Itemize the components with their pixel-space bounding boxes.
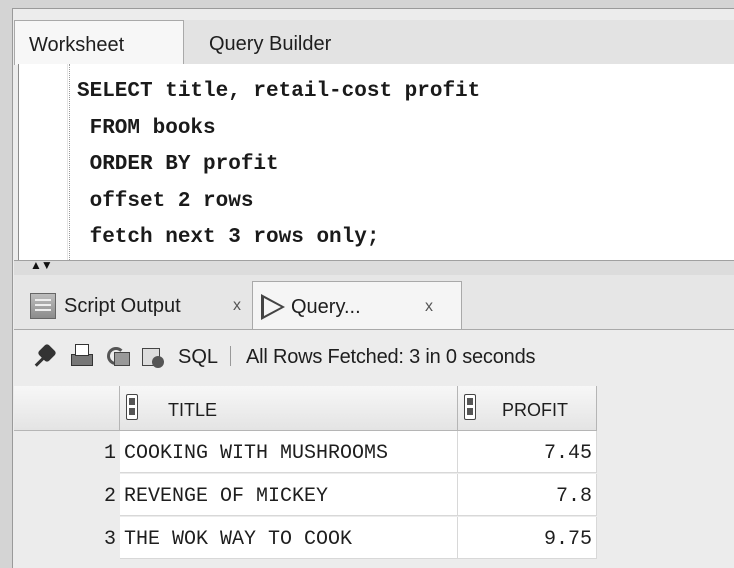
tab-query-result-label: Query... [291, 296, 361, 318]
result-tab-bar: Script Output x Query... x [14, 275, 734, 330]
tab-script-output-label: Script Output [64, 295, 181, 317]
refresh-icon[interactable] [104, 344, 130, 370]
sql-line-4: offset 2 rows [77, 189, 254, 213]
editor-tab-bar: Worksheet Query Builder [14, 20, 734, 65]
sql-text[interactable]: SELECT title, retail-cost profit FROM bo… [77, 74, 480, 257]
sql-editor[interactable]: SELECT title, retail-cost profit FROM bo… [18, 64, 734, 260]
row-number: 1 [14, 431, 120, 473]
sql-line-5: fetch next 3 rows only; [77, 226, 380, 249]
cell-title[interactable]: COOKING WITH MUSHROOMS [120, 431, 458, 473]
sql-line-1: SELECT title, retail-cost profit [77, 80, 481, 103]
sql-line-2: FROM books [77, 116, 216, 140]
table-row[interactable]: 2 REVENGE OF MICKEY 7.8 [14, 474, 597, 516]
close-icon[interactable]: x [233, 287, 241, 325]
tab-worksheet[interactable]: Worksheet [14, 20, 184, 65]
script-output-icon [30, 293, 56, 319]
cell-profit[interactable]: 7.45 [458, 431, 597, 473]
tab-query-result[interactable]: Query... x [252, 281, 462, 329]
tab-query-builder[interactable]: Query Builder [197, 20, 331, 64]
splitter-arrows-icon[interactable]: ▲▼ [30, 258, 53, 272]
column-header-profit[interactable]: PROFIT [458, 386, 597, 430]
cell-title[interactable]: REVENGE OF MICKEY [120, 474, 458, 516]
column-header-label: PROFIT [502, 400, 568, 420]
column-header-label: TITLE [168, 400, 218, 420]
tab-script-output[interactable]: Script Output x [28, 287, 256, 325]
cell-profit[interactable]: 9.75 [458, 517, 597, 559]
row-number-header [14, 386, 120, 430]
pin-icon[interactable] [32, 344, 58, 370]
export-icon[interactable] [140, 344, 166, 370]
close-icon[interactable]: x [425, 282, 433, 332]
row-number: 2 [14, 474, 120, 516]
print-icon[interactable] [68, 344, 94, 370]
sort-icon[interactable] [464, 394, 476, 420]
result-toolbar: SQL All Rows Fetched: 3 in 0 seconds [14, 330, 734, 384]
cell-title[interactable]: THE WOK WAY TO COOK [120, 517, 458, 559]
editor-gutter [19, 64, 68, 260]
sql-button[interactable]: SQL [178, 344, 218, 370]
sort-icon[interactable] [126, 394, 138, 420]
sql-line-3: ORDER BY profit [77, 153, 279, 176]
result-grid: TITLE PROFIT 1 COOKING WITH MUSHROOMS 7.… [14, 384, 734, 567]
fetch-status: All Rows Fetched: 3 in 0 seconds [246, 346, 536, 368]
splitter[interactable]: ▲▼ [14, 258, 734, 276]
column-header-title[interactable]: TITLE [120, 386, 458, 430]
row-number: 3 [14, 517, 120, 559]
play-icon [261, 294, 285, 320]
fold-guide [69, 64, 70, 260]
table-row[interactable]: 1 COOKING WITH MUSHROOMS 7.45 [14, 431, 597, 473]
cell-profit[interactable]: 7.8 [458, 474, 597, 516]
table-row[interactable]: 3 THE WOK WAY TO COOK 9.75 [14, 517, 597, 559]
toolbar-separator [230, 346, 231, 366]
grid-header: TITLE PROFIT [14, 386, 597, 431]
